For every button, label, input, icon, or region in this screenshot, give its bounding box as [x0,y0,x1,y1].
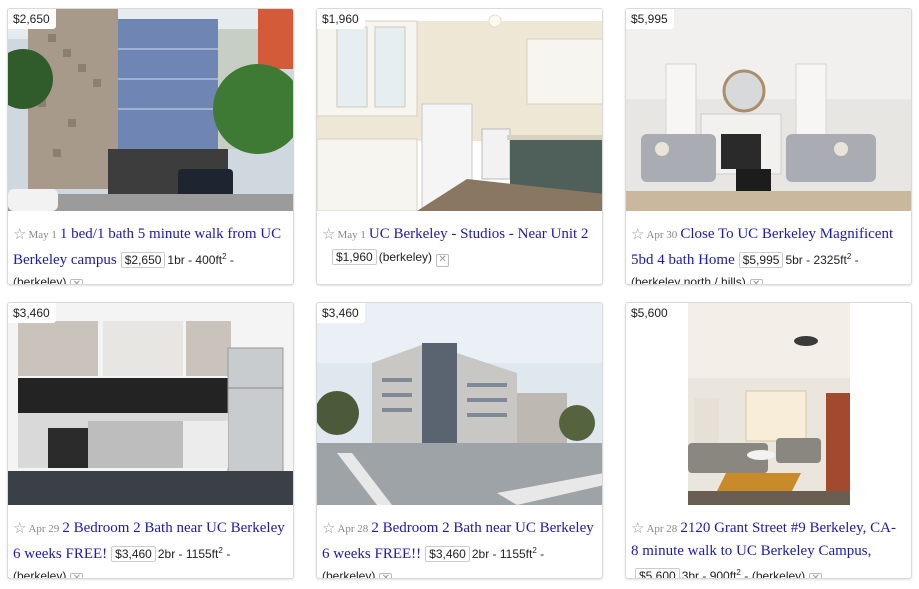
hide-posting-icon[interactable]: ✕ [70,573,84,578]
price-badge: $3,460 [8,303,56,323]
posting-date: May 1 [28,229,57,241]
price-badge: $2,650 [8,9,56,29]
housing-size-text: 5br - 2325ft [785,253,847,267]
hide-posting-icon[interactable]: ✕ [70,279,84,284]
posting-date: May 1 [337,229,366,241]
star-icon[interactable]: ☆ [631,520,644,537]
listing-price: $3,460 [111,546,156,562]
housing-size-text: 2br - 1155ft [471,547,533,561]
housing-size: 2br - 1155ft2 - [471,546,545,561]
listing-card[interactable]: $3,460 ☆ Apr 28 2 Bedroom 2 Bath near UC B… [316,302,603,579]
listing-card[interactable]: $5,995 ☆ Apr 30 Close To UC Berkeley Magni… [625,8,912,285]
listing-image[interactable] [317,9,602,211]
listing-title-link[interactable]: UC Berkeley - Studios - Near Unit 2 [369,226,589,242]
listing-card[interactable]: $3,460 ☆ Apr 29 2 Bedroom 2 Bath near UC B… [7,302,294,579]
listing-info: ☆ Apr 28 2120 Grant Street #9 Berkeley, CA… [631,517,905,579]
listing-info: ☆ May 11 bed/1 bath 5 minute walk from UC… [13,223,287,285]
listing-card[interactable]: $1,960 ☆ May 1 UC Berkeley - Studios - Nea… [316,8,603,285]
housing-size: 2br - 1155ft2 [157,546,223,561]
hide-posting-icon[interactable]: ✕ [809,573,823,578]
listing-price: $5,600 [635,568,680,578]
listing-price: $1,960 [332,249,377,265]
posting-date: Apr 29 [28,523,60,535]
housing-size: 5br - 2325ft2 - [785,252,859,267]
housing-size-text: 1br - 400ft [167,253,223,267]
posting-date: Apr 28 [646,523,678,535]
star-icon[interactable]: ☆ [322,520,335,537]
housing-size: 1br - 400ft2 - [167,252,234,267]
price-badge: $1,960 [317,9,365,29]
listing-image[interactable] [8,9,293,211]
neighborhood: (berkeley) [322,569,376,579]
listing-info: ☆ Apr 30 Close To UC Berkeley Magnificent … [631,223,905,285]
neighborhood: (berkeley) [378,250,433,264]
superscript: 2 [736,568,741,577]
housing-size: 3br - 900ft2 - [681,568,749,579]
superscript: 2 [222,252,227,261]
neighborhood: (berkeley north / hills) [631,275,746,285]
star-icon[interactable]: ☆ [322,226,335,243]
hide-posting-icon[interactable]: ✕ [436,254,450,267]
listing-image[interactable] [626,303,911,505]
listing-image[interactable] [8,303,293,505]
listing-card[interactable]: $2,650 ☆ May 11 bed/1 bath 5 minute walk … [7,8,294,285]
price-badge: $5,995 [626,9,674,29]
listing-image[interactable] [317,303,602,505]
neighborhood: (berkeley) [751,569,806,579]
superscript: 2 [532,546,537,555]
listing-price: $2,650 [120,252,166,268]
housing-size-text: 2br - 1155ft [157,547,219,561]
star-icon[interactable]: ☆ [13,520,26,537]
listing-info: ☆ Apr 28 2 Bedroom 2 Bath near UC Berkeley… [322,517,596,579]
listing-image[interactable] [626,9,911,211]
listing-info: ☆ May 1 UC Berkeley - Studios - Near Unit … [322,223,596,268]
neighborhood: (berkeley) [13,275,67,285]
posting-date: Apr 28 [337,523,369,535]
superscript: 2 [846,252,852,261]
listing-price: $5,995 [738,252,784,268]
star-icon[interactable]: ☆ [631,226,644,243]
hide-posting-icon[interactable]: ✕ [749,279,763,284]
price-badge: $3,460 [317,303,365,323]
price-badge: $5,600 [626,303,674,323]
neighborhood-text: (berkeley) [13,569,67,579]
hide-posting-icon[interactable]: ✕ [379,573,393,578]
listing-price: $3,460 [425,546,470,562]
listing-card[interactable]: $5,600 ☆ Apr 28 2120 Grant Street #9 Berke… [625,302,912,579]
posting-date: Apr 30 [646,229,678,241]
housing-size-text: 3br - 900ft [681,569,737,579]
star-icon[interactable]: ☆ [13,226,26,243]
superscript: 2 [218,546,223,555]
listing-info: ☆ Apr 29 2 Bedroom 2 Bath near UC Berkeley… [13,517,287,579]
